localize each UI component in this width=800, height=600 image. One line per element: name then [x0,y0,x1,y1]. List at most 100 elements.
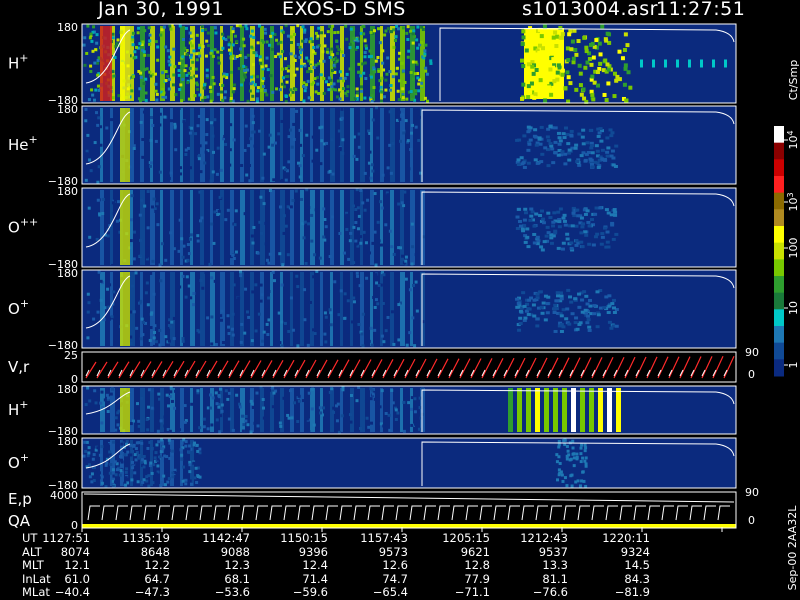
spectro-pixel [277,132,281,136]
spectro-pixel [293,59,297,63]
spectro-pixel [543,146,548,150]
spectro-pixel [330,85,334,89]
spectro-pixel [136,298,140,302]
spectro-pixel [179,166,183,170]
spectro-pixel [158,328,162,332]
spectro-pixel [271,31,275,35]
spectro-stripe [180,388,184,432]
spectro-pixel [278,421,282,425]
spectro-pixel [260,293,264,297]
colorbar-tick-exponent: 3 [786,192,795,197]
spectro-pixel [324,315,328,319]
spectro-pixel [524,48,529,53]
spectro-pixel [156,429,160,433]
spectro-pixel [534,212,539,216]
spectro-pixel [565,454,569,458]
spectro-pixel [233,34,237,38]
spectro-pixel [361,201,365,205]
spectro-pixel [188,479,192,483]
spectro-pixel [337,313,341,317]
spectro-pixel [272,391,276,395]
spectro-pixel [255,191,259,195]
colorbar-tick-label: 103 [786,192,800,211]
spectro-pixel [252,35,256,39]
spectro-pixel [229,56,233,60]
spectro-pixel [224,409,228,413]
spectro-pixel [204,150,208,154]
spectro-stripe [170,108,173,182]
spectro-pixel [378,405,382,409]
spectro-stripe [290,388,294,432]
spectro-pixel [150,406,154,410]
spectro-pixel [241,414,245,418]
spectro-pixel [92,25,96,29]
spectro-pixel [398,51,402,55]
spectro-pixel [575,208,580,212]
spectro-pixel [209,179,213,183]
spectro-pixel [614,144,619,148]
spectro-pixel [125,440,129,444]
spectro-pixel [347,257,351,261]
colorbar: 104103100101Ct/SmpSep-00 2AA32L [774,60,800,590]
spectro-pixel [560,68,565,73]
spectro-pixel [559,85,564,90]
spectro-pixel [395,66,399,70]
spectro-pixel [414,92,418,96]
spectro-pixel [243,148,247,152]
spectro-pixel [254,329,258,333]
spectro-pixel [361,62,365,66]
spectro-pixel [613,210,618,214]
spectro-pixel [521,35,526,40]
spectro-pixel [541,46,546,51]
spectro-pixel [239,47,243,51]
spectro-pixel [100,481,104,485]
spectro-pixel [266,333,270,337]
spectro-pixel [260,65,264,69]
right-tick-min: 0 [748,514,755,527]
spectro-pixel [169,171,173,175]
spectro-pixel [153,330,157,334]
spectro-pixel [247,144,251,148]
spectro-pixel [308,300,312,304]
table-cell: −71.1 [454,585,490,599]
spectro-pixel [184,295,188,299]
spectro-pixel [93,389,97,393]
spectro-pixel [375,168,379,172]
spectro-pixel [164,45,168,49]
spectro-pixel [192,461,196,465]
spectro-pixel [397,98,401,102]
spectro-pixel [604,295,609,299]
spectro-pixel [281,76,285,80]
spectro-pixel [386,166,390,170]
spectro-pixel [523,240,528,244]
spectro-pixel [265,305,269,309]
spectro-pixel [369,54,373,58]
spectro-stripe [390,272,394,346]
spectro-pixel [216,50,220,54]
spectro-pixel [597,131,602,135]
spectro-pixel [256,89,260,93]
panel-label: V,r [8,358,30,376]
spectro-pixel [145,165,149,169]
spectro-pixel [307,96,311,100]
spectro-pixel [328,308,332,312]
spectro-stripe [562,388,567,432]
spectro-pixel [164,70,168,74]
spectro-pixel [352,154,356,158]
spectro-pixel [583,159,588,163]
spectro-pixel [98,212,102,216]
spectro-pixel [570,473,574,477]
spectro-pixel [538,142,543,146]
spectro-pixel [585,209,590,213]
spectro-stripe [300,190,304,265]
panel-h-plus-2 [81,385,737,435]
spectro-pixel [179,83,183,87]
spectro-band [120,26,130,101]
spectro-pixel [178,285,182,289]
colorbar-swatch [774,192,784,210]
spectro-pixel [231,27,235,31]
spectro-pixel [293,73,297,77]
spectro-pixel [246,99,250,103]
colorbar-unit: Ct/Smp [787,60,800,100]
spectro-pixel [198,43,202,47]
